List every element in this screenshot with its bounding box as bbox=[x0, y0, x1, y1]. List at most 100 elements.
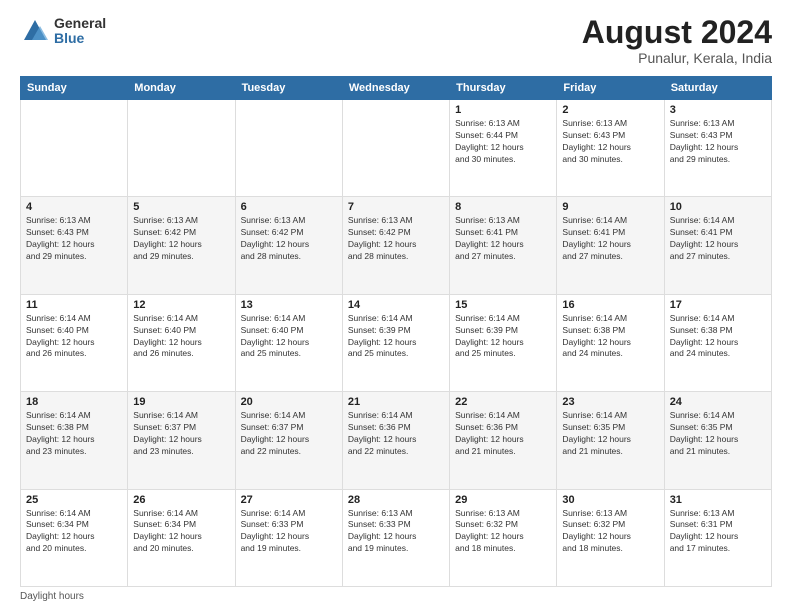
calendar-cell: 30Sunrise: 6:13 AM Sunset: 6:32 PM Dayli… bbox=[557, 489, 664, 586]
day-info: Sunrise: 6:14 AM Sunset: 6:38 PM Dayligh… bbox=[670, 313, 766, 361]
calendar-cell: 5Sunrise: 6:13 AM Sunset: 6:42 PM Daylig… bbox=[128, 197, 235, 294]
day-info: Sunrise: 6:14 AM Sunset: 6:34 PM Dayligh… bbox=[26, 508, 122, 556]
day-info: Sunrise: 6:14 AM Sunset: 6:36 PM Dayligh… bbox=[348, 410, 444, 458]
day-info: Sunrise: 6:14 AM Sunset: 6:37 PM Dayligh… bbox=[133, 410, 229, 458]
day-number: 21 bbox=[348, 396, 444, 408]
header: General Blue August 2024 Punalur, Kerala… bbox=[20, 16, 772, 66]
calendar-cell: 21 Sunrise: 6:14 AM Sunset: 6:36 PM Dayli… bbox=[342, 392, 449, 489]
calendar-table: SundayMondayTuesdayWednesdayThursdayFrid… bbox=[20, 76, 772, 587]
calendar-cell: 1 Sunrise: 6:13 AM Sunset: 6:44 PM Daylig… bbox=[450, 100, 557, 197]
calendar-cell: 7 Sunrise: 6:13 AM Sunset: 6:42 PM Daylig… bbox=[342, 197, 449, 294]
day-number: 13 bbox=[241, 299, 337, 311]
day-info: Sunrise: 6:13 AM Sunset: 6:41 PM Dayligh… bbox=[455, 215, 551, 263]
calendar-cell: 24 Sunrise: 6:14 AM Sunset: 6:35 PM Dayli… bbox=[664, 392, 771, 489]
day-info: Sunrise: 6:13 AM Sunset: 6:43 PM Dayligh… bbox=[670, 118, 766, 166]
calendar-cell: 14Sunrise: 6:14 AM Sunset: 6:39 PM Dayli… bbox=[342, 294, 449, 391]
day-info: Sunrise: 6:14 AM Sunset: 6:39 PM Dayligh… bbox=[348, 313, 444, 361]
day-info: Sunrise: 6:13 AM Sunset: 6:42 PM Dayligh… bbox=[133, 215, 229, 263]
day-info: Sunrise: 6:13 AM Sunset: 6:42 PM Dayligh… bbox=[348, 215, 444, 263]
page: General Blue August 2024 Punalur, Kerala… bbox=[0, 0, 792, 612]
day-number: 17 bbox=[670, 299, 766, 311]
day-info: Sunrise: 6:14 AM Sunset: 6:38 PM Dayligh… bbox=[562, 313, 658, 361]
calendar-cell: 27 Sunrise: 6:14 AM Sunset: 6:33 PM Dayli… bbox=[235, 489, 342, 586]
calendar-day-header: Saturday bbox=[664, 77, 771, 100]
calendar-cell: 19Sunrise: 6:14 AM Sunset: 6:37 PM Dayli… bbox=[128, 392, 235, 489]
calendar-week-row: 1 Sunrise: 6:13 AM Sunset: 6:44 PM Daylig… bbox=[21, 100, 772, 197]
footer-note: Daylight hours bbox=[20, 591, 772, 602]
calendar-cell: 23 Sunrise: 6:14 AM Sunset: 6:35 PM Dayli… bbox=[557, 392, 664, 489]
day-number: 1 bbox=[455, 104, 551, 116]
day-number: 4 bbox=[26, 201, 122, 213]
calendar-cell: 29 Sunrise: 6:13 AM Sunset: 6:32 PM Dayli… bbox=[450, 489, 557, 586]
day-info: Sunrise: 6:14 AM Sunset: 6:41 PM Dayligh… bbox=[562, 215, 658, 263]
day-info: Sunrise: 6:13 AM Sunset: 6:44 PM Dayligh… bbox=[455, 118, 551, 166]
day-number: 29 bbox=[455, 494, 551, 506]
day-info: Sunrise: 6:14 AM Sunset: 6:35 PM Dayligh… bbox=[670, 410, 766, 458]
calendar-cell: 16Sunrise: 6:14 AM Sunset: 6:38 PM Dayli… bbox=[557, 294, 664, 391]
day-number: 12 bbox=[133, 299, 229, 311]
calendar-cell: 12 Sunrise: 6:14 AM Sunset: 6:40 PM Dayli… bbox=[128, 294, 235, 391]
calendar-week-row: 25 Sunrise: 6:14 AM Sunset: 6:34 PM Dayli… bbox=[21, 489, 772, 586]
day-info: Sunrise: 6:13 AM Sunset: 6:43 PM Dayligh… bbox=[26, 215, 122, 263]
day-number: 3 bbox=[670, 104, 766, 116]
day-number: 6 bbox=[241, 201, 337, 213]
calendar-cell: 2 Sunrise: 6:13 AM Sunset: 6:43 PM Daylig… bbox=[557, 100, 664, 197]
calendar-cell: 31 Sunrise: 6:13 AM Sunset: 6:31 PM Dayli… bbox=[664, 489, 771, 586]
day-info: Sunrise: 6:14 AM Sunset: 6:33 PM Dayligh… bbox=[241, 508, 337, 556]
day-info: Sunrise: 6:13 AM Sunset: 6:32 PM Dayligh… bbox=[455, 508, 551, 556]
calendar-cell: 22 Sunrise: 6:14 AM Sunset: 6:36 PM Dayli… bbox=[450, 392, 557, 489]
calendar-day-header: Friday bbox=[557, 77, 664, 100]
calendar-cell: 6Sunrise: 6:13 AM Sunset: 6:42 PM Daylig… bbox=[235, 197, 342, 294]
logo-general-label: General bbox=[54, 16, 106, 31]
day-info: Sunrise: 6:13 AM Sunset: 6:43 PM Dayligh… bbox=[562, 118, 658, 166]
day-number: 23 bbox=[562, 396, 658, 408]
day-number: 24 bbox=[670, 396, 766, 408]
calendar-cell: 17 Sunrise: 6:14 AM Sunset: 6:38 PM Dayli… bbox=[664, 294, 771, 391]
calendar-cell: 4 Sunrise: 6:13 AM Sunset: 6:43 PM Daylig… bbox=[21, 197, 128, 294]
day-number: 25 bbox=[26, 494, 122, 506]
calendar-cell: 8 Sunrise: 6:13 AM Sunset: 6:41 PM Daylig… bbox=[450, 197, 557, 294]
day-info: Sunrise: 6:13 AM Sunset: 6:33 PM Dayligh… bbox=[348, 508, 444, 556]
day-info: Sunrise: 6:13 AM Sunset: 6:31 PM Dayligh… bbox=[670, 508, 766, 556]
calendar-cell bbox=[128, 100, 235, 197]
calendar-week-row: 11Sunrise: 6:14 AM Sunset: 6:40 PM Dayli… bbox=[21, 294, 772, 391]
calendar-cell: 3 Sunrise: 6:13 AM Sunset: 6:43 PM Daylig… bbox=[664, 100, 771, 197]
day-number: 31 bbox=[670, 494, 766, 506]
calendar-cell: 10Sunrise: 6:14 AM Sunset: 6:41 PM Dayli… bbox=[664, 197, 771, 294]
logo-icon bbox=[20, 16, 50, 46]
day-info: Sunrise: 6:14 AM Sunset: 6:40 PM Dayligh… bbox=[241, 313, 337, 361]
logo-text: General Blue bbox=[54, 16, 106, 47]
calendar-cell bbox=[342, 100, 449, 197]
day-number: 15 bbox=[455, 299, 551, 311]
day-number: 27 bbox=[241, 494, 337, 506]
location: Punalur, Kerala, India bbox=[582, 50, 772, 66]
day-number: 2 bbox=[562, 104, 658, 116]
day-info: Sunrise: 6:14 AM Sunset: 6:38 PM Dayligh… bbox=[26, 410, 122, 458]
day-info: Sunrise: 6:14 AM Sunset: 6:37 PM Dayligh… bbox=[241, 410, 337, 458]
day-info: Sunrise: 6:14 AM Sunset: 6:39 PM Dayligh… bbox=[455, 313, 551, 361]
day-info: Sunrise: 6:14 AM Sunset: 6:36 PM Dayligh… bbox=[455, 410, 551, 458]
calendar-cell: 25 Sunrise: 6:14 AM Sunset: 6:34 PM Dayli… bbox=[21, 489, 128, 586]
calendar-week-row: 18 Sunrise: 6:14 AM Sunset: 6:38 PM Dayli… bbox=[21, 392, 772, 489]
day-number: 9 bbox=[562, 201, 658, 213]
day-number: 28 bbox=[348, 494, 444, 506]
day-number: 18 bbox=[26, 396, 122, 408]
calendar-cell: 18 Sunrise: 6:14 AM Sunset: 6:38 PM Dayli… bbox=[21, 392, 128, 489]
day-info: Sunrise: 6:14 AM Sunset: 6:41 PM Dayligh… bbox=[670, 215, 766, 263]
calendar-cell: 26Sunrise: 6:14 AM Sunset: 6:34 PM Dayli… bbox=[128, 489, 235, 586]
day-number: 22 bbox=[455, 396, 551, 408]
calendar-day-header: Monday bbox=[128, 77, 235, 100]
calendar-week-row: 4 Sunrise: 6:13 AM Sunset: 6:43 PM Daylig… bbox=[21, 197, 772, 294]
day-info: Sunrise: 6:14 AM Sunset: 6:35 PM Dayligh… bbox=[562, 410, 658, 458]
day-number: 20 bbox=[241, 396, 337, 408]
day-info: Sunrise: 6:14 AM Sunset: 6:40 PM Dayligh… bbox=[133, 313, 229, 361]
logo: General Blue bbox=[20, 16, 106, 47]
calendar-cell bbox=[21, 100, 128, 197]
day-number: 7 bbox=[348, 201, 444, 213]
day-number: 8 bbox=[455, 201, 551, 213]
calendar-cell: 11Sunrise: 6:14 AM Sunset: 6:40 PM Dayli… bbox=[21, 294, 128, 391]
calendar-day-header: Sunday bbox=[21, 77, 128, 100]
calendar-header-row: SundayMondayTuesdayWednesdayThursdayFrid… bbox=[21, 77, 772, 100]
calendar-day-header: Tuesday bbox=[235, 77, 342, 100]
calendar-cell: 15 Sunrise: 6:14 AM Sunset: 6:39 PM Dayli… bbox=[450, 294, 557, 391]
